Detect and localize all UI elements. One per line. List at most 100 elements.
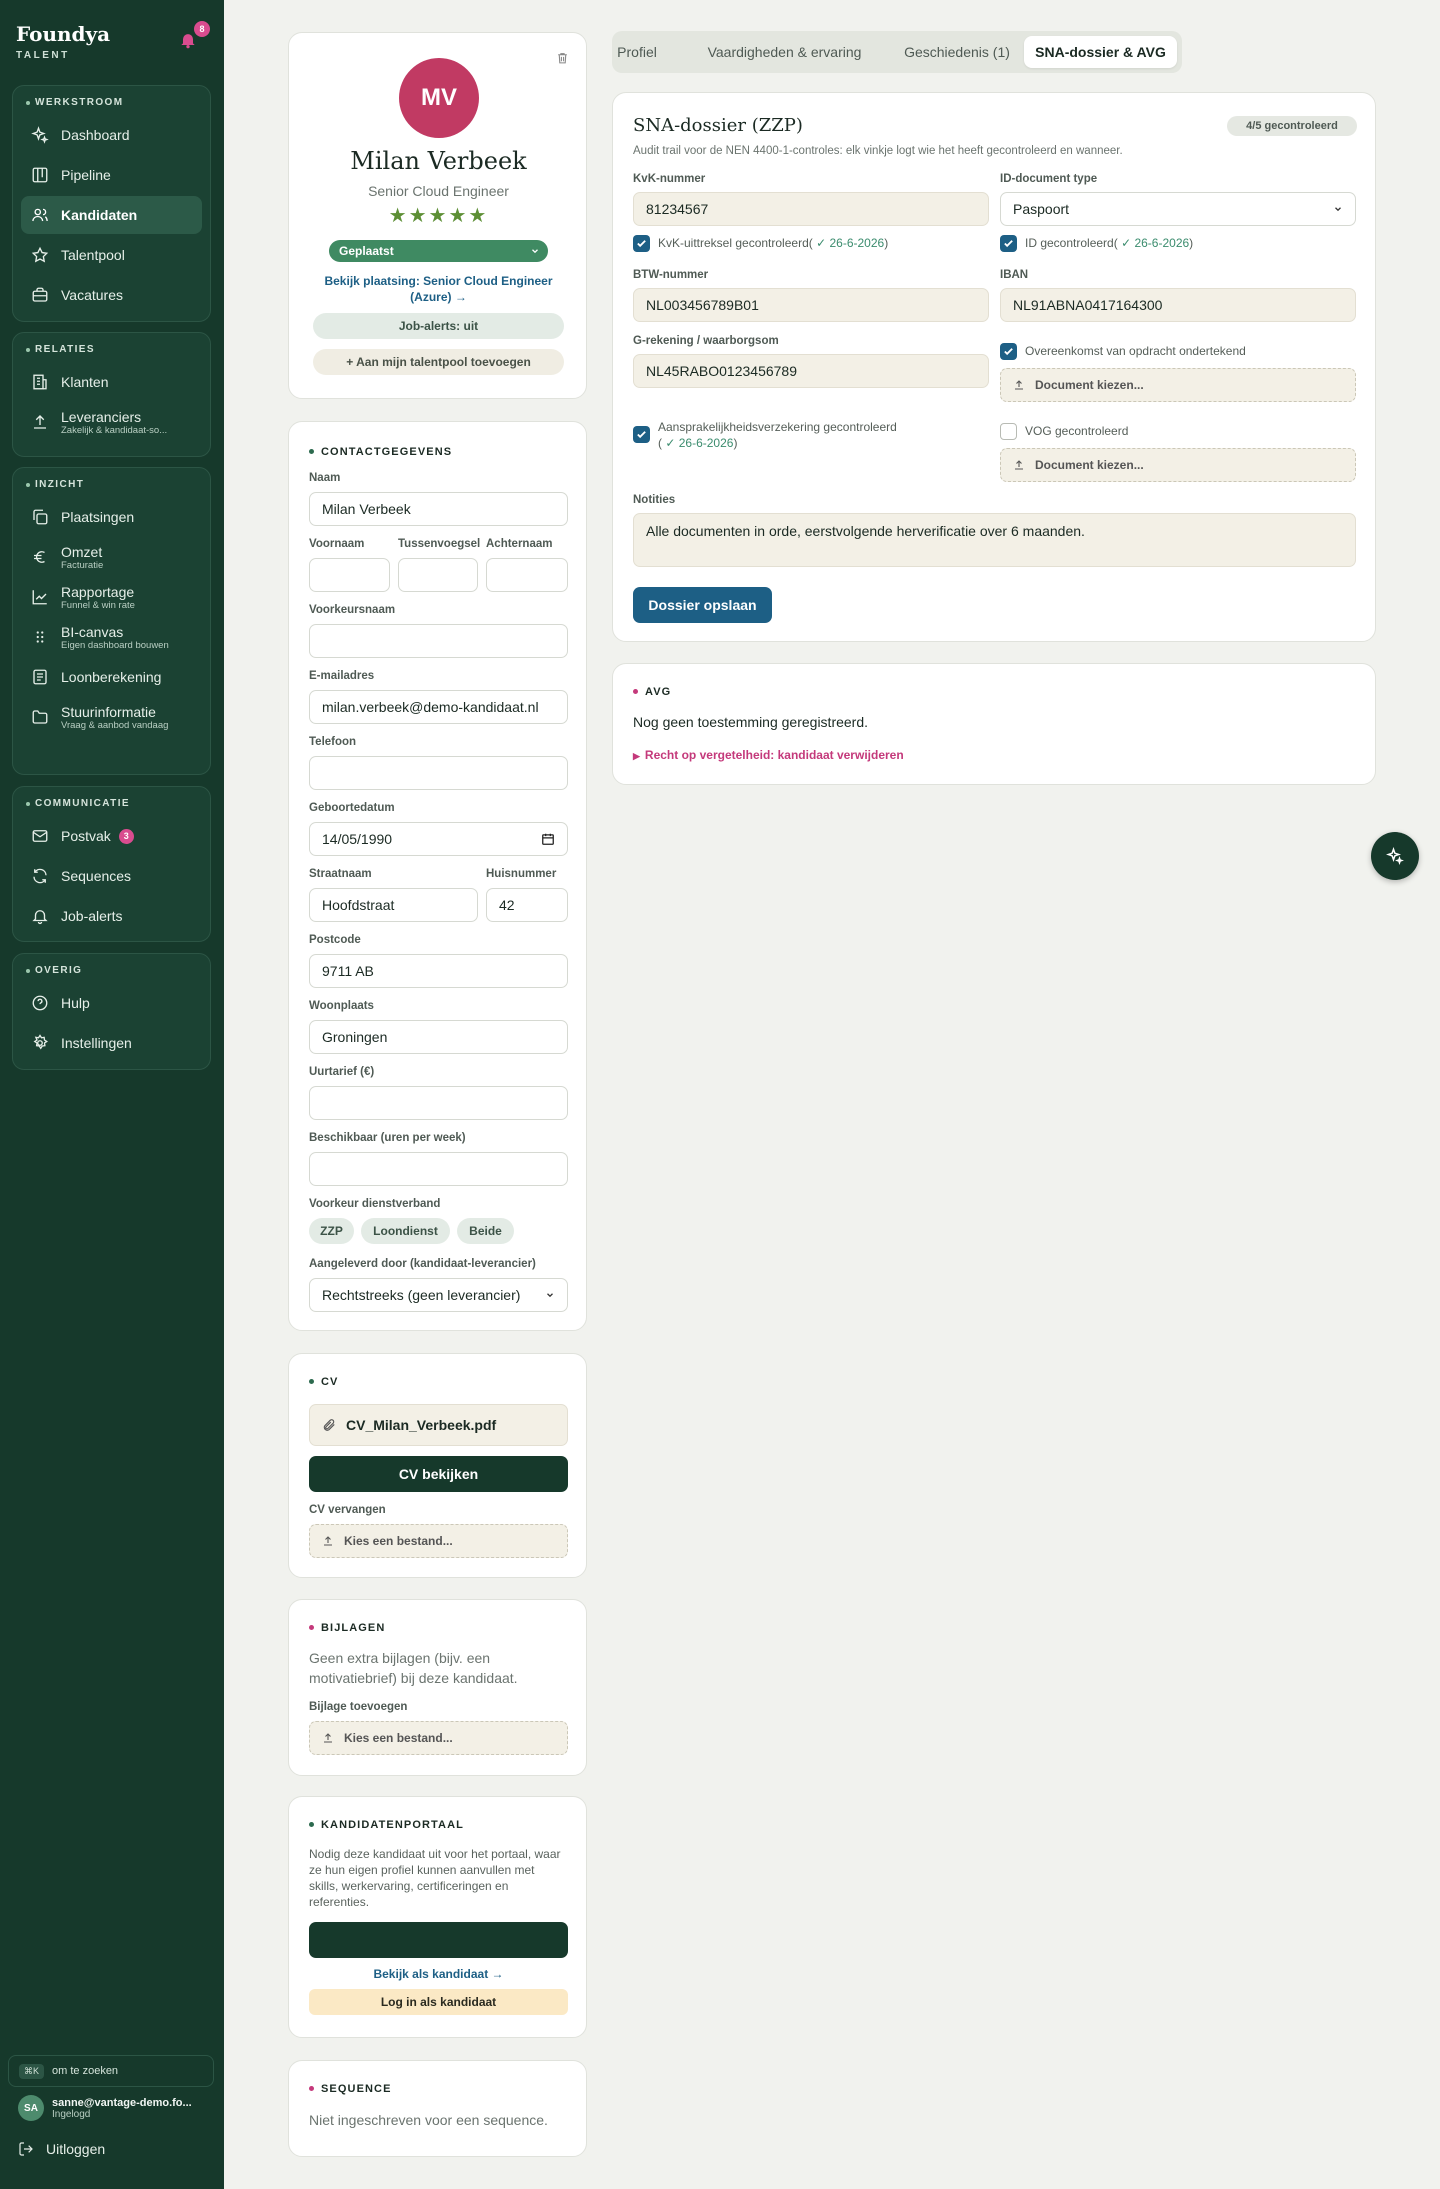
login-as-candidate-button[interactable]: Log in als kandidaat [309, 1989, 568, 2015]
tab-geschiedenis[interactable]: Geschiedenis (1) [882, 36, 1032, 68]
sidebar-item-dashboard[interactable]: Dashboard [21, 116, 202, 154]
field-label: G-rekening / waarborgsom [633, 335, 779, 347]
user-account[interactable]: SA sanne@vantage-demo.fo... Ingelogd [18, 2095, 192, 2121]
vog-checkbox[interactable] [1000, 423, 1017, 440]
placement-link[interactable]: Bekijk plaatsing: Senior Cloud Engineer … [319, 273, 558, 305]
aansprakelijkheid-date: 26-6-2026 [678, 436, 734, 450]
cv-upload[interactable]: Kies een bestand... [309, 1524, 568, 1558]
sidebar-item-klanten[interactable]: Klanten [21, 363, 202, 401]
dienstverband-option-loondienst[interactable]: Loondienst [361, 1218, 450, 1244]
sidebar-item-sublabel: Facturatie [61, 559, 104, 571]
job-alerts-toggle[interactable]: Job-alerts: uit [313, 313, 564, 339]
naam-input[interactable]: Milan Verbeek [309, 492, 568, 526]
sidebar-item-talentpool[interactable]: Talentpool [21, 236, 202, 274]
sidebar-item-instellingen[interactable]: Instellingen [21, 1024, 202, 1062]
sidebar-item-pipeline[interactable]: Pipeline [21, 156, 202, 194]
euro-icon [34, 551, 45, 563]
dienstverband-option-zzp[interactable]: ZZP [309, 1218, 354, 1244]
view-cv-button[interactable]: CV bekijken [309, 1456, 568, 1492]
sidebar-item-rapportage[interactable]: Rapportage Funnel & win rate [21, 578, 202, 616]
g-rekening-input[interactable]: NL45RABO0123456789 [633, 354, 989, 388]
sidebar-item-stuurinformatie[interactable]: Stuurinformatie Vraag & aanbod vandaag [21, 698, 202, 736]
candidate-title: Senior Cloud Engineer [368, 183, 509, 199]
kvk-check-date: 26-6-2026 [829, 236, 885, 250]
beschikbaar-input[interactable] [309, 1152, 568, 1186]
geboortedatum-input[interactable]: 14/05/1990 [309, 822, 568, 856]
upload-label: Kies een bestand... [344, 1731, 453, 1745]
voorkeursnaam-input[interactable] [309, 624, 568, 658]
id-type-select[interactable]: Paspoort [1000, 192, 1356, 226]
postcode-input[interactable]: 9711 AB [309, 954, 568, 988]
sidebar-item-kandidaten[interactable]: Kandidaten [21, 196, 202, 234]
trash-icon[interactable] [556, 51, 569, 65]
btw-input[interactable]: NL003456789B01 [633, 288, 989, 322]
chevron-down-icon [547, 1293, 553, 1298]
user-status: Ingelogd [52, 2108, 91, 2120]
sidebar-item-bi-canvas[interactable]: BI-canvas Eigen dashboard bouwen [21, 618, 202, 656]
tab-sna-dossier[interactable]: SNA-dossier & AVG [1024, 36, 1177, 68]
sidebar-item-loonberekening[interactable]: Loonberekening [21, 658, 202, 696]
sidebar-item-sublabel: Eigen dashboard bouwen [61, 639, 169, 651]
bijlagen-card: BIJLAGEN Geen extra bijlagen (bijv. een … [288, 1599, 587, 1776]
bijlage-upload[interactable]: Kies een bestand... [309, 1721, 568, 1755]
tab-profiel[interactable]: Profiel [616, 36, 658, 68]
sidebar-item-vacatures[interactable]: Vacatures [21, 276, 202, 314]
paperclip-icon [323, 1419, 335, 1431]
sidebar-item-sublabel: Vraag & aanbod vandaag [61, 719, 169, 731]
overeenkomst-checkbox[interactable] [1000, 343, 1017, 360]
command-search[interactable]: ⌘K om te zoeken [8, 2055, 214, 2087]
cv-file[interactable]: CV_Milan_Verbeek.pdf [309, 1404, 568, 1446]
brand-logo[interactable]: Foundya TALENT [16, 22, 110, 61]
iban-input[interactable]: NL91ABNA0417164300 [1000, 288, 1356, 322]
sidebar-item-plaatsingen[interactable]: Plaatsingen [21, 498, 202, 536]
straatnaam-input[interactable]: Hoofdstraat [309, 888, 478, 922]
ai-assistant-button[interactable] [1371, 832, 1419, 880]
woonplaats-input[interactable]: Groningen [309, 1020, 568, 1054]
view-as-candidate-link[interactable]: Bekijk als kandidaat → [309, 1967, 568, 1981]
tussenvoegsel-input[interactable] [398, 558, 478, 592]
uurtarief-input[interactable] [309, 1086, 568, 1120]
overeenkomst-upload[interactable]: Document kiezen... [1000, 368, 1356, 402]
sidebar-item-label: Instellingen [61, 1035, 132, 1051]
sidebar-item-job-alerts[interactable]: Job-alerts [21, 897, 202, 935]
status-value: Geplaatst [339, 244, 394, 258]
sidebar-item-sequences[interactable]: Sequences [21, 857, 202, 895]
aangeleverd-select[interactable]: Rechtstreeks (geen leverancier) [309, 1278, 568, 1312]
achternaam-input[interactable] [486, 558, 568, 592]
email-field[interactable]: milan.verbeek@demo-kandidaat.nl [309, 690, 568, 724]
rating-stars[interactable]: ★★★★★ [289, 203, 588, 228]
field-label: Aangeleverd door (kandidaat-leverancier) [309, 1258, 536, 1270]
field-label: Telefoon [309, 736, 357, 748]
help-icon [32, 995, 48, 1011]
sidebar-item-leveranciers[interactable]: Leveranciers Zakelijk & kandidaat-so... [21, 403, 202, 441]
cv-card: CV CV_Milan_Verbeek.pdf CV bekijken CV v… [288, 1353, 587, 1578]
vog-upload[interactable]: Document kiezen... [1000, 448, 1356, 482]
add-talentpool-button[interactable]: + Aan mijn talentpool toevoegen [313, 349, 564, 375]
kvk-check-label: KvK-uittreksel gecontroleerd( ✓ 26-6-202… [658, 236, 889, 250]
kvk-input[interactable]: 81234567 [633, 192, 989, 226]
invite-portal-button[interactable] [309, 1922, 568, 1958]
huisnummer-input[interactable]: 42 [486, 888, 568, 922]
forget-candidate-link[interactable]: ▶ Recht op vergetelheid: kandidaat verwij… [633, 748, 904, 762]
calendar-icon[interactable] [541, 832, 555, 846]
id-check-checkbox[interactable] [1000, 235, 1017, 252]
sidebar-item-postvak[interactable]: Postvak 3 [21, 817, 202, 855]
sidebar-item-label: Vacatures [61, 287, 123, 303]
tab-vaardigheden[interactable]: Vaardigheden & ervaring [692, 36, 877, 68]
status-select[interactable]: Geplaatst [329, 240, 548, 262]
sidebar-item-omzet[interactable]: Omzet Facturatie [21, 538, 202, 576]
dienstverband-option-beide[interactable]: Beide [457, 1218, 514, 1244]
logout-button[interactable]: Uitloggen [18, 2141, 105, 2157]
voornaam-input[interactable] [309, 558, 390, 592]
sidebar-item-hulp[interactable]: Hulp [21, 984, 202, 1022]
upload-icon [1015, 380, 1023, 390]
save-dossier-button[interactable]: Dossier opslaan [633, 587, 772, 623]
aansprakelijkheid-checkbox[interactable] [633, 426, 650, 443]
field-label: Voorkeur dienstverband [309, 1198, 441, 1210]
avatar: SA [18, 2095, 44, 2121]
notities-textarea[interactable]: Alle documenten in orde, eerstvolgende h… [633, 513, 1356, 567]
telefoon-input[interactable] [309, 756, 568, 790]
field-label: Postcode [309, 934, 361, 946]
upload-label: Document kiezen... [1035, 378, 1144, 392]
kvk-check-checkbox[interactable] [633, 235, 650, 252]
